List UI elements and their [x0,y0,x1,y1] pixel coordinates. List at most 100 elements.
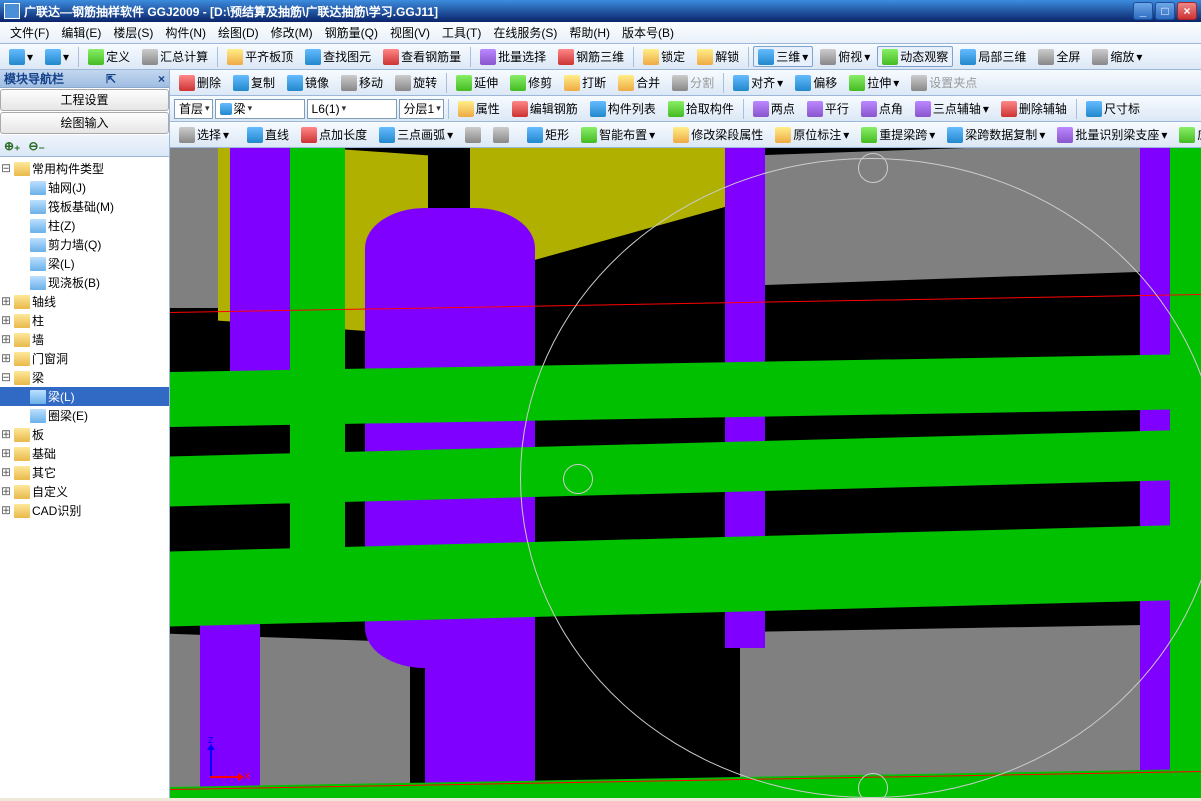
3d-viewport[interactable] [170,148,1201,798]
tree-beam-l[interactable]: 梁(L) [0,387,169,406]
tree-cat[interactable]: ⊞自定义 [0,482,169,501]
tree-cat[interactable]: ⊞CAD识别 [0,501,169,520]
add-node-icon[interactable]: ⊕₊ [4,139,20,153]
dim-label-button[interactable]: 尺寸标 [1081,98,1145,119]
menu-online[interactable]: 在线服务(S) [487,24,563,41]
unlock-button[interactable]: 解锁 [692,46,744,67]
two-points-button[interactable]: 两点 [748,98,800,119]
zoom-button[interactable]: 缩放▾ [1087,46,1147,67]
floor-select[interactable]: 首层▾ [174,99,213,119]
rebeam-button[interactable]: 重提梁跨▾ [856,124,940,145]
orig-mark-button[interactable]: 原位标注▾ [770,124,854,145]
smart-layout-button[interactable]: 智能布置▾ [576,124,660,145]
split-button[interactable]: 分割 [667,72,719,93]
three-curve-button[interactable]: 三点画弧▾ [374,124,458,145]
move-button[interactable]: 移动 [336,72,388,93]
menu-modify[interactable]: 修改(M) [265,24,319,41]
three-axis-button[interactable]: 三点辅轴▾ [910,98,994,119]
batch-beam-button[interactable]: 批量识别梁支座▾ [1052,124,1172,145]
tree-cat[interactable]: ⊞轴线 [0,292,169,311]
pick-component-button[interactable]: 拾取构件 [663,98,739,119]
redo-button[interactable]: ▾ [40,47,74,67]
edit-rebar-button[interactable]: 编辑钢筋 [507,98,583,119]
parallel-button[interactable]: 平行 [802,98,854,119]
rotate-button[interactable]: 旋转 [390,72,442,93]
rebar-3d-button[interactable]: 钢筋三维 [553,46,629,67]
tree-item[interactable]: 柱(Z) [0,216,169,235]
tree-cat[interactable]: ⊞墙 [0,330,169,349]
tree-cat[interactable]: ⊞其它 [0,463,169,482]
tree-ring-beam[interactable]: 圈梁(E) [0,406,169,425]
menu-file[interactable]: 文件(F) [4,24,55,41]
break-button[interactable]: 打断 [559,72,611,93]
layer-select[interactable]: 分层1▾ [399,99,444,119]
tree-item[interactable]: 筏板基础(M) [0,197,169,216]
menu-help[interactable]: 帮助(H) [563,24,616,41]
fullscreen-button[interactable]: 全屏 [1033,46,1085,67]
stretch-button[interactable]: 拉伸▾ [844,72,904,93]
component-tree[interactable]: ⊟常用构件类型 轴网(J) 筏板基础(M) 柱(Z) 剪力墙(Q) 梁(L) 现… [0,157,169,801]
copy-button[interactable]: 复制 [228,72,280,93]
define-button[interactable]: 定义 [83,46,135,67]
toolbar-small[interactable] [460,125,486,145]
minimize-button[interactable]: _ [1133,2,1153,20]
merge-button[interactable]: 合并 [613,72,665,93]
menu-version[interactable]: 版本号(B) [616,24,680,41]
dynamic-view-button[interactable]: 动态观察 [877,46,953,67]
tree-cat[interactable]: ⊞柱 [0,311,169,330]
undo-button[interactable]: ▾ [4,47,38,67]
offset-button[interactable]: 偏移 [790,72,842,93]
summary-button[interactable]: 汇总计算 [137,46,213,67]
tree-item[interactable]: 现浇板(B) [0,273,169,292]
tree-item[interactable]: 轴网(J) [0,178,169,197]
remove-node-icon[interactable]: ⊖₋ [28,139,44,153]
view-rebar-button[interactable]: 查看钢筋量 [378,46,466,67]
toolbar-small2[interactable] [488,125,514,145]
menu-floor[interactable]: 楼层(S) [107,24,159,41]
rect-button[interactable]: 矩形 [522,124,574,145]
menu-view[interactable]: 视图(V) [384,24,436,41]
tree-root[interactable]: ⊟常用构件类型 [0,159,169,178]
align-button[interactable]: 对齐▾ [728,72,788,93]
flat-slab-button[interactable]: 平齐板顶 [222,46,298,67]
close-button[interactable]: × [1177,2,1197,20]
mod-segment-button[interactable]: 修改梁段属性 [668,124,768,145]
mirror-button[interactable]: 镜像 [282,72,334,93]
tree-item[interactable]: 梁(L) [0,254,169,273]
tree-cat[interactable]: ⊞基础 [0,444,169,463]
local-3d-button[interactable]: 局部三维 [955,46,1031,67]
lock-button[interactable]: 锁定 [638,46,690,67]
trim-button[interactable]: 修剪 [505,72,557,93]
top-view-button[interactable]: 俯视▾ [815,46,875,67]
tree-item[interactable]: 剪力墙(Q) [0,235,169,254]
delete-button[interactable]: 删除 [174,72,226,93]
project-settings-button[interactable]: 工程设置 [0,89,169,111]
find-elem-button[interactable]: 查找图元 [300,46,376,67]
menu-rebar[interactable]: 钢筋量(Q) [319,24,384,41]
tree-cat[interactable]: ⊞板 [0,425,169,444]
batch-select-button[interactable]: 批量选择 [475,46,551,67]
three-d-button[interactable]: 三维▾ [753,46,813,67]
component-select[interactable]: L6(1)▾ [307,99,397,119]
pin-icon[interactable]: ⇱ [106,72,116,86]
menu-tools[interactable]: 工具(T) [436,24,487,41]
panel-close-icon[interactable]: × [158,72,165,86]
maximize-button[interactable]: □ [1155,2,1175,20]
point-angle-button[interactable]: 点角 [856,98,908,119]
point-length-button[interactable]: 点加长度 [296,124,372,145]
component-list-button[interactable]: 构件列表 [585,98,661,119]
attributes-button[interactable]: 属性 [453,98,505,119]
draw-input-button[interactable]: 绘图输入 [0,112,169,134]
category-select[interactable]: 梁▾ [215,99,305,119]
setgrip-button[interactable]: 设置夹点 [906,72,982,93]
select-button[interactable]: 选择▾ [174,124,234,145]
menu-draw[interactable]: 绘图(D) [212,24,265,41]
apply-button[interactable]: 应用 [1174,124,1201,145]
extend-button[interactable]: 延伸 [451,72,503,93]
tree-beam-cat[interactable]: ⊟梁 [0,368,169,387]
delete-axis-button[interactable]: 删除辅轴 [996,98,1072,119]
line-button[interactable]: 直线 [242,124,294,145]
menu-edit[interactable]: 编辑(E) [55,24,107,41]
menu-component[interactable]: 构件(N) [159,24,212,41]
tree-cat[interactable]: ⊞门窗洞 [0,349,169,368]
